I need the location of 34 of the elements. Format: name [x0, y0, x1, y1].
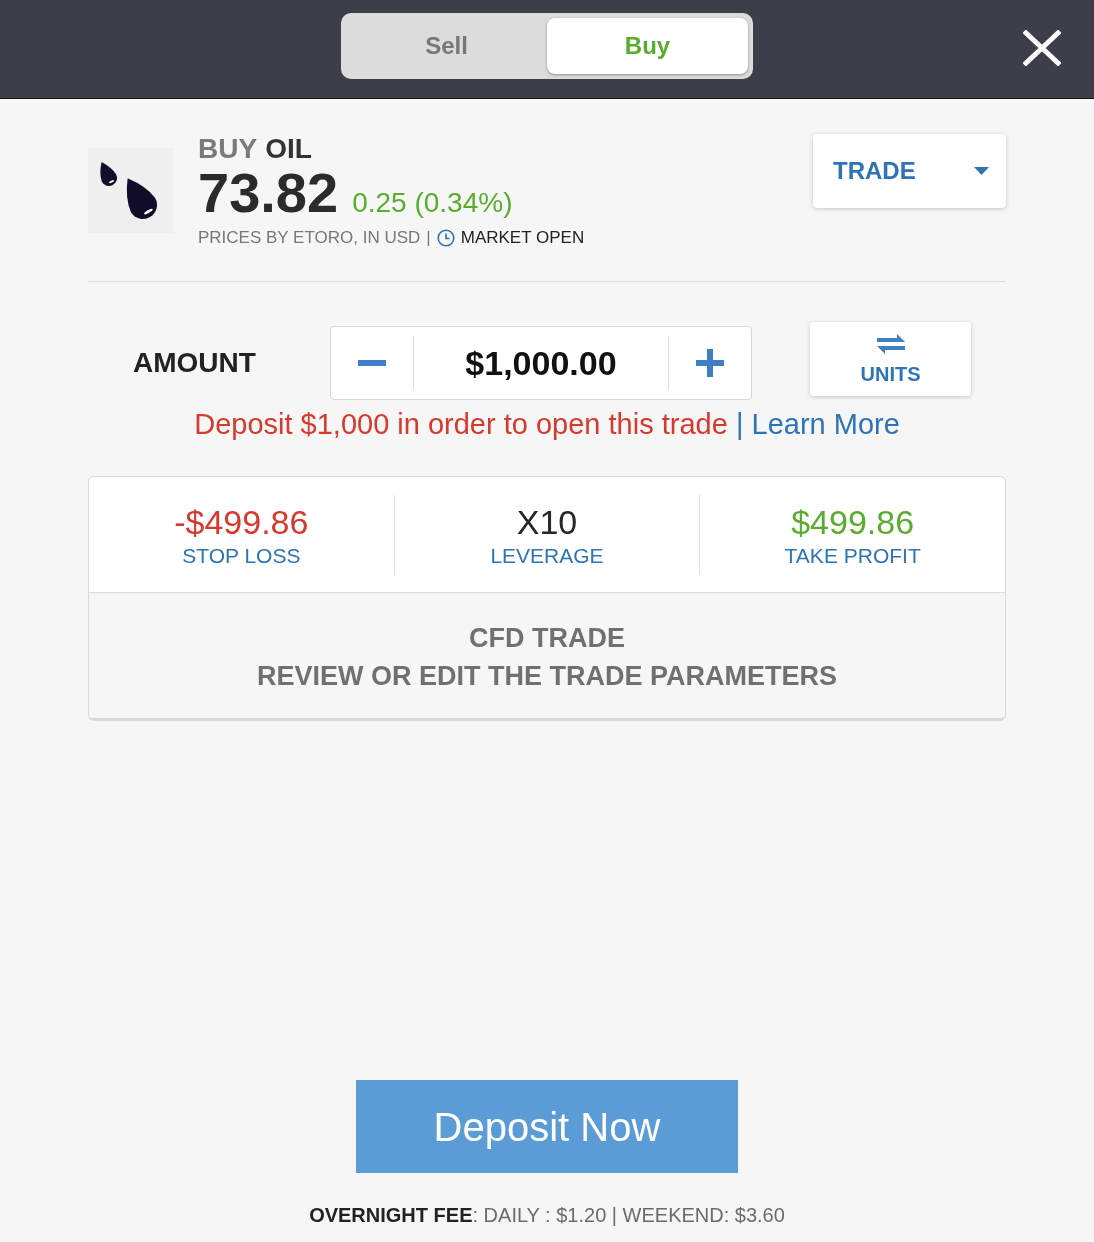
overnight-fee-text: OVERNIGHT FEE: DAILY : $1.20 | WEEKEND: $3.60 — [308, 1203, 786, 1228]
side-tab[interactable]: Buy — [547, 18, 748, 74]
trade-review-hint: REVIEW OR EDIT THE TRADE PARAMETERS — [257, 660, 837, 693]
instrument-name: OIL — [265, 134, 312, 164]
trade-action-label: BUY — [198, 134, 258, 164]
side-tab[interactable]: Sell — [346, 18, 547, 74]
separator: | — [735, 408, 744, 440]
caret-icon — [974, 167, 989, 175]
swap-arrows-icon — [874, 333, 907, 355]
plus-icon — [696, 349, 724, 377]
parameter-value: X10 — [516, 501, 578, 542]
amount-label: AMOUNT — [132, 346, 257, 380]
amount-input[interactable]: $1,000.00 — [414, 327, 668, 399]
separator: | — [426, 227, 431, 249]
clock-icon — [436, 229, 455, 247]
units-toggle-button[interactable]: UNITS — [810, 322, 971, 396]
deposit-warning: Deposit $1,000 in order to open this trade — [194, 408, 728, 440]
parameter-label[interactable]: TAKE PROFIT — [784, 541, 921, 570]
market-status: MARKET OPEN — [460, 227, 585, 249]
minus-icon — [358, 360, 386, 366]
close-icon[interactable] — [1023, 30, 1061, 66]
price-source-text: PRICES BY ETORO, IN USD — [198, 227, 421, 249]
oil-drops-icon — [88, 148, 173, 233]
learn-more-link[interactable]: Learn More — [751, 408, 900, 440]
trade-type-label: CFD TRADE — [469, 622, 625, 655]
price-change: 0.25 (0.34%) — [352, 186, 513, 220]
parameter-value: -$499.86 — [174, 501, 309, 542]
parameter-label[interactable]: LEVERAGE — [490, 541, 604, 570]
order-type-dropdown[interactable]: TRADE — [813, 134, 1006, 208]
instrument-price: 73.82 — [198, 164, 339, 222]
parameter-value: $499.86 — [791, 501, 915, 542]
parameter-label[interactable]: STOP LOSS — [182, 541, 301, 570]
deposit-button[interactable]: Deposit Now — [356, 1080, 738, 1173]
amount-stepper[interactable]: $1,000.00 — [330, 326, 752, 400]
